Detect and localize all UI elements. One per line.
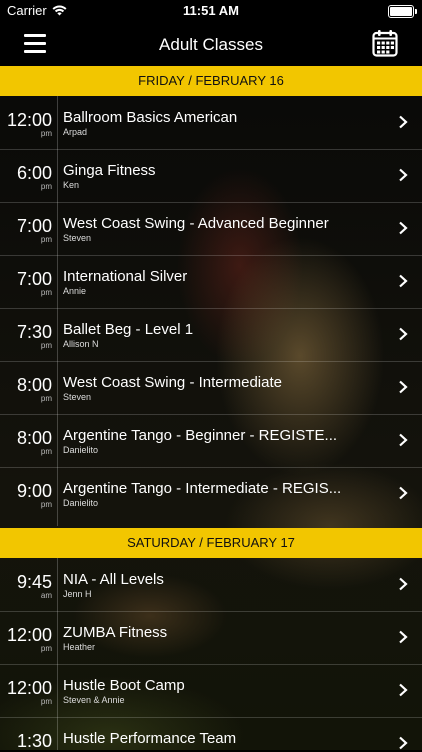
status-time: 11:51 AM <box>183 3 239 18</box>
class-name: ZUMBA Fitness <box>63 624 168 641</box>
class-time: 7:00 <box>16 216 52 236</box>
class-row[interactable]: 9:45 am NIA - All Levels Jenn H <box>0 558 422 612</box>
chevron-right-icon <box>399 168 408 182</box>
class-ampm: pm <box>40 644 52 653</box>
battery-icon <box>388 5 417 18</box>
class-name: West Coast Swing - Intermediate <box>63 374 282 391</box>
class-ampm: pm <box>40 697 52 706</box>
chevron-right-icon <box>399 221 408 235</box>
class-row[interactable]: 6:00 pm Ginga Fitness Ken <box>0 149 422 203</box>
class-name: West Coast Swing - Advanced Beginner <box>63 215 329 232</box>
class-time: 9:00 <box>16 481 52 501</box>
class-instructor: Danielito <box>63 498 99 508</box>
class-time: 12:00 <box>6 625 52 645</box>
class-ampm: pm <box>40 235 52 244</box>
class-time: 12:00 <box>6 678 52 698</box>
class-name: International Silver <box>63 268 188 285</box>
class-instructor: Steven <box>63 233 92 243</box>
class-row[interactable]: 7:00 pm West Coast Swing - Advanced Begi… <box>0 202 422 256</box>
calendar-icon[interactable] <box>372 29 398 57</box>
class-ampm: pm <box>40 129 52 138</box>
class-instructor: Ken <box>63 180 80 190</box>
class-time: 8:00 <box>16 375 52 395</box>
navigation-bar: Adult Classes <box>0 22 422 66</box>
class-row[interactable]: 8:00 pm West Coast Swing - Intermediate … <box>0 361 422 415</box>
class-name: NIA - All Levels <box>63 571 164 588</box>
class-instructor: Arpad <box>63 127 88 137</box>
class-row[interactable]: 7:30 pm Ballet Beg - Level 1 Allison N <box>0 308 422 362</box>
class-name: Ginga Fitness <box>63 162 156 179</box>
chevron-right-icon <box>399 115 408 129</box>
class-instructor: Steven <box>63 392 92 402</box>
class-row[interactable]: 8:00 pm Argentine Tango - Beginner - REG… <box>0 414 422 468</box>
class-name: Ballroom Basics American <box>63 109 238 126</box>
class-row[interactable]: 9:00 pm Argentine Tango - Intermediate -… <box>0 467 422 520</box>
class-ampm: pm <box>40 288 52 297</box>
chevron-right-icon <box>399 630 408 644</box>
class-ampm: pm <box>40 341 52 350</box>
class-row[interactable]: 12:00 pm ZUMBA Fitness Heather <box>0 611 422 665</box>
class-name: Argentine Tango - Intermediate - REGIS..… <box>63 480 342 497</box>
section-header-saturday: SATURDAY / FEBRUARY 17 <box>0 528 422 558</box>
class-instructor: Heather <box>63 642 96 652</box>
class-name: Hustle Boot Camp <box>63 677 185 694</box>
class-instructor: Danielito <box>63 445 99 455</box>
class-instructor: Allison N <box>63 339 99 349</box>
class-row[interactable]: 12:00 pm Hustle Boot Camp Steven & Annie <box>0 664 422 718</box>
chevron-right-icon <box>399 577 408 591</box>
chevron-right-icon <box>399 327 408 341</box>
class-name: Ballet Beg - Level 1 <box>63 321 194 338</box>
class-row[interactable]: 1:30 Hustle Performance Team <box>0 717 422 751</box>
page-title: Adult Classes <box>159 35 263 54</box>
chevron-right-icon <box>399 486 408 500</box>
class-time: 7:30 <box>16 322 52 342</box>
class-ampm: am <box>40 591 52 600</box>
class-ampm: pm <box>40 500 52 509</box>
chevron-right-icon <box>399 380 408 394</box>
class-instructor: Jenn H <box>63 589 92 599</box>
chevron-right-icon <box>399 433 408 447</box>
class-ampm: pm <box>40 394 52 403</box>
chevron-right-icon <box>399 683 408 697</box>
class-time: 1:30 <box>16 731 52 751</box>
class-ampm: pm <box>40 182 52 191</box>
class-time: 12:00 <box>6 110 52 130</box>
chevron-right-icon <box>399 274 408 288</box>
class-name: Hustle Performance Team <box>63 730 237 747</box>
class-ampm: pm <box>40 447 52 456</box>
class-time: 6:00 <box>16 163 52 183</box>
class-row[interactable]: 7:00 pm International Silver Annie <box>0 255 422 309</box>
class-name: Argentine Tango - Beginner - REGISTE... <box>63 427 338 444</box>
class-time: 8:00 <box>16 428 52 448</box>
class-instructor: Steven & Annie <box>63 695 125 705</box>
class-time: 9:45 <box>16 572 52 592</box>
status-bar: Carrier 11:51 AM <box>0 0 422 22</box>
section-header-friday: FRIDAY / FEBRUARY 16 <box>0 66 422 96</box>
class-instructor: Annie <box>63 286 87 296</box>
class-row[interactable]: 12:00 pm Ballroom Basics American Arpad <box>0 96 422 150</box>
class-time: 7:00 <box>16 269 52 289</box>
chevron-right-icon <box>399 736 408 750</box>
